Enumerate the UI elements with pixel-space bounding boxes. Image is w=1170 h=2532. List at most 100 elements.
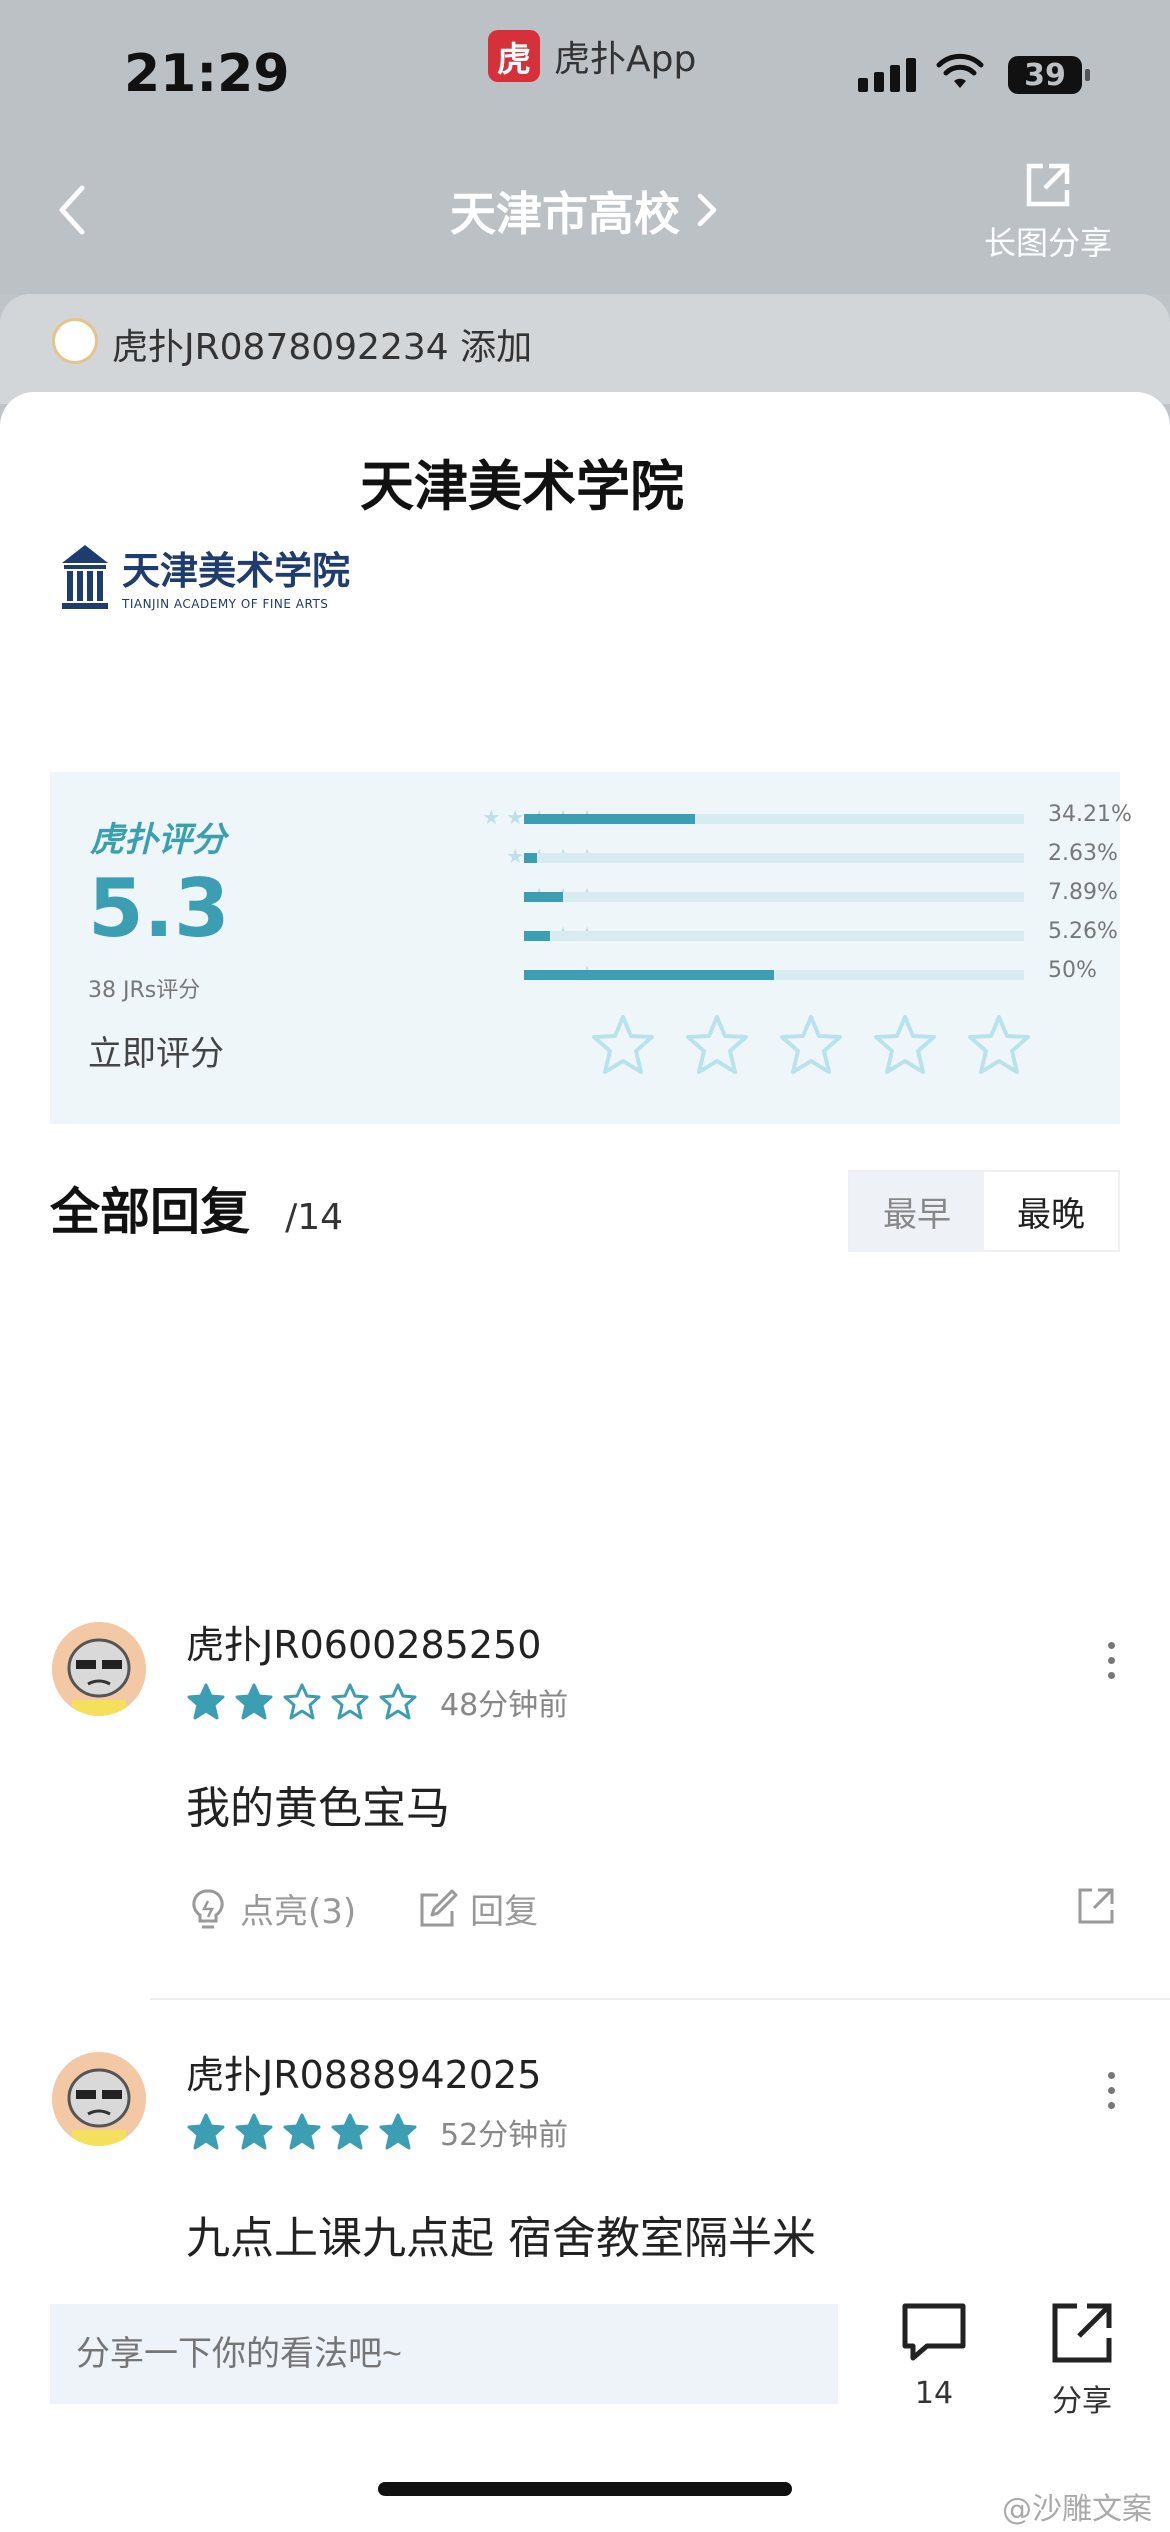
comment-username[interactable]: 虎扑JR0600285250	[186, 1614, 541, 1669]
app-logo-icon: 虎	[488, 30, 540, 82]
like-button[interactable]: 点亮(3)	[186, 1884, 356, 1933]
default-avatar-icon	[52, 2052, 146, 2146]
more-options-icon[interactable]	[1108, 1642, 1118, 1679]
cellular-signal-icon	[858, 56, 916, 92]
bar-track	[524, 931, 1024, 941]
share-external-icon[interactable]	[1074, 1884, 1118, 1928]
comments-count: 14	[914, 2376, 954, 2411]
app-name: 虎扑App	[554, 39, 697, 80]
school-name: 天津美术学院	[360, 455, 684, 518]
rating-card: 虎扑评分 5.3 38 JRs评分 立即评分 ★★★★★34.21%★★★★2.…	[50, 772, 1132, 1124]
comments-button[interactable]: 14	[884, 2298, 984, 2411]
watermark: @沙雕文案	[1002, 2492, 1152, 2527]
rating-bar-5-star: ★★★★★34.21%	[320, 802, 1132, 841]
bar-percent: 2.63%	[1048, 841, 1118, 866]
page-title-text: 天津市高校	[450, 187, 680, 241]
rating-count: 38 JRs评分	[88, 978, 201, 1003]
reply-button[interactable]: 回复	[416, 1884, 538, 1933]
comment-rating: 52分钟前	[186, 2110, 568, 2154]
bar-fill	[524, 853, 538, 863]
replies-title: 全部回复	[50, 1183, 250, 1241]
logo-english-name: TIANJIN ACADEMY OF FINE ARTS	[122, 597, 329, 611]
rating-bar-3-star: ★★★7.89%	[320, 880, 1118, 919]
comment-time: 52分钟前	[440, 2118, 569, 2153]
star-empty-icon	[379, 1683, 417, 1720]
comment-username[interactable]: 虎扑JR0888942025	[186, 2044, 541, 2099]
star-filled-icon	[187, 2113, 225, 2150]
nav-bar: 天津市高校 长图分享	[0, 150, 1170, 295]
rating-bar-2-star: ★★5.26%	[320, 919, 1118, 958]
divider	[150, 1998, 1170, 2000]
rate-star-3-icon[interactable]	[778, 1012, 844, 1078]
avatar	[52, 318, 98, 364]
sort-latest-button[interactable]: 最晚	[984, 1172, 1118, 1250]
comment-actions: 点亮(3) 回复	[186, 1884, 538, 1933]
status-time: 21:29	[124, 44, 290, 104]
rate-star-5-icon[interactable]	[966, 1012, 1032, 1078]
star-filled-icon	[331, 2113, 369, 2150]
lightbulb-icon	[192, 1888, 224, 1928]
replies-header: 全部回复 /14	[50, 1172, 343, 1244]
comment-bubble-icon	[902, 2303, 966, 2361]
bar-fill	[524, 970, 774, 980]
bar-percent: 34.21%	[1048, 802, 1132, 827]
bar-fill	[524, 931, 551, 941]
star-filled-icon	[283, 2113, 321, 2150]
star-empty-icon	[283, 1683, 321, 1720]
rate-star-2-icon[interactable]	[684, 1012, 750, 1078]
bar-fill	[524, 814, 696, 824]
comment-body: 我的黄色宝马	[186, 1783, 450, 1834]
bottom-bar: 14 分享 @沙雕文案	[0, 2276, 1170, 2532]
rate-now-stars[interactable]	[590, 1012, 1032, 1078]
sort-toggle: 最早 最晚	[848, 1170, 1120, 1252]
avatar[interactable]	[52, 1622, 146, 1716]
share-button[interactable]: 分享	[1032, 2298, 1132, 2420]
bar-track	[524, 814, 1024, 824]
replies-count: /14	[285, 1197, 344, 1238]
comment-body: 九点上课九点起 宿舍教室隔半米	[186, 2213, 816, 2264]
comment-input[interactable]	[50, 2304, 838, 2404]
bar-track	[524, 892, 1024, 902]
bar-track	[524, 853, 1024, 863]
star-filled-icon	[235, 2113, 273, 2150]
rate-star-1-icon[interactable]	[590, 1012, 656, 1078]
rating-score: 5.3	[88, 862, 230, 955]
star-filled-icon	[379, 2113, 417, 2150]
rating-label: 虎扑评分	[90, 820, 226, 860]
long-image-share-button[interactable]: 长图分享	[978, 158, 1118, 264]
rate-star-4-icon[interactable]	[872, 1012, 938, 1078]
bar-percent: 5.26%	[1048, 919, 1118, 944]
default-avatar-icon	[52, 1622, 146, 1716]
status-bar: 21:29 虎 虎扑App 39	[0, 0, 1170, 150]
more-options-icon[interactable]	[1108, 2072, 1118, 2109]
comment-rating: 48分钟前	[186, 1680, 568, 1724]
added-by-strip: 虎扑JR0878092234 添加	[0, 294, 1170, 404]
sort-earliest-button[interactable]: 最早	[850, 1172, 984, 1250]
chevron-right-icon	[697, 193, 717, 227]
edit-reply-icon	[420, 1889, 458, 1926]
school-logo: 天津美术学院 TIANJIN ACADEMY OF FINE ARTS	[60, 540, 350, 611]
rating-bar-1-star: ★50%	[320, 958, 1100, 997]
bar-percent: 7.89%	[1048, 880, 1118, 905]
share-external-icon	[1026, 163, 1070, 207]
bar-percent: 50%	[1048, 958, 1097, 983]
app-indicator: 虎 虎扑App	[488, 30, 696, 82]
wifi-icon	[936, 53, 984, 88]
logo-chinese-name: 天津美术学院	[122, 548, 351, 593]
added-by-text[interactable]: 虎扑JR0878092234 添加	[112, 318, 532, 370]
star-filled-icon	[187, 1683, 225, 1720]
share-label: 分享	[1052, 2384, 1112, 2419]
avatar[interactable]	[52, 2052, 146, 2146]
bar-fill	[524, 892, 564, 902]
rating-bar-4-star: ★★★★2.63%	[320, 841, 1118, 880]
battery-icon: 39	[1008, 56, 1090, 94]
long-image-share-label: 长图分享	[983, 224, 1112, 262]
bar-track	[524, 970, 1024, 980]
academy-building-icon	[62, 544, 108, 609]
comment-time: 48分钟前	[440, 1688, 569, 1723]
school-detail-sheet: 天津美术学院 天津美术学院 TIANJIN ACADEMY OF FINE AR…	[0, 392, 1170, 2532]
reply-label: 回复	[470, 1892, 539, 1932]
rating-distribution: ★★★★★34.21%★★★★2.63%★★★7.89%★★5.26%★50%	[320, 802, 1132, 997]
rate-now-label: 立即评分	[88, 1034, 224, 1074]
home-indicator[interactable]	[378, 2482, 792, 2496]
